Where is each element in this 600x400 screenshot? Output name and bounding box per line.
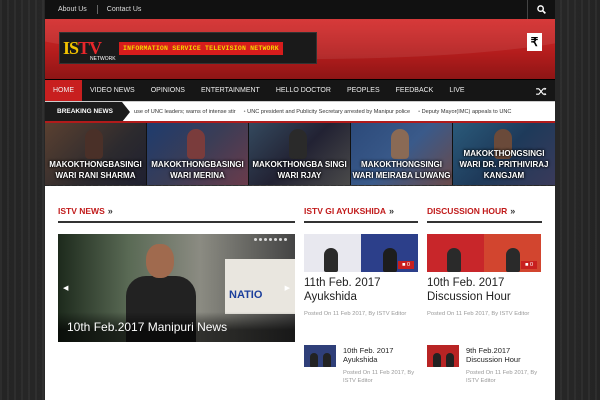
contact-us-link[interactable]: Contact Us: [96, 5, 152, 14]
news-slider[interactable]: NATIO ◀ ▶ 10th Feb.2017 Manipuri News: [58, 234, 295, 342]
ticker-item[interactable]: Deputy Mayor(IMC) appeals to UNC: [418, 109, 519, 115]
post-meta: Posted On 11 Feb 2017, By ISTV Editor: [343, 370, 415, 384]
post-meta: Posted On 11 Feb 2017, By ISTV Editor: [466, 370, 538, 384]
slider-prev-icon[interactable]: ◀: [63, 284, 68, 292]
top-bar: About Us Contact Us: [45, 0, 555, 19]
nav-hello-doctor[interactable]: HELLO DOCTOR: [268, 80, 339, 101]
ayukshida-small-title[interactable]: 10th Feb. 2017 Ayukshida: [343, 346, 413, 364]
section-title-istv-news[interactable]: ISTV NEWS»: [58, 206, 295, 223]
nav-live[interactable]: LIVE: [441, 80, 472, 101]
discussion-small-thumbnail[interactable]: [427, 345, 459, 367]
nav-peoples[interactable]: PEOPLES: [339, 80, 388, 101]
discussion-post-title[interactable]: 10th Feb. 2017 Discussion Hour: [427, 276, 541, 304]
site-logo[interactable]: ISTV NETWORK INFORMATION SERVICE TELEVIS…: [59, 32, 317, 64]
featured-item[interactable]: MAKOKTHONGSINGI WARI MEIRABA LUWANG: [351, 123, 453, 185]
logo-tagline: INFORMATION SERVICE TELEVISION NETWORK: [119, 41, 283, 55]
page-wrapper: About Us Contact Us ISTV NETWORK INFORMA…: [45, 0, 555, 400]
main-nav: HOME VIDEO NEWS OPINIONS ENTERTAINMENT H…: [45, 79, 555, 101]
rupee-icon[interactable]: ₹: [527, 33, 542, 51]
site-header: ISTV NETWORK INFORMATION SERVICE TELEVIS…: [45, 19, 555, 79]
ticker-item[interactable]: UNC president and Publicity Secretary ar…: [244, 109, 418, 115]
post-meta: Posted On 11 Feb 2017, By ISTV Editor: [304, 311, 407, 317]
nav-opinions[interactable]: OPINIONS: [143, 80, 193, 101]
double-chevron-icon: »: [107, 206, 113, 216]
nav-video-news[interactable]: VIDEO NEWS: [82, 80, 143, 101]
featured-item[interactable]: MAKOKTHONGBASINGI WARI RANI SHARMA: [45, 123, 147, 185]
comment-count: ■ 0: [521, 261, 537, 269]
about-us-link[interactable]: About Us: [45, 0, 97, 19]
random-post-button[interactable]: [536, 80, 547, 102]
search-button[interactable]: [527, 0, 555, 19]
discussion-thumbnail[interactable]: ■ 0: [427, 234, 541, 272]
shuffle-icon: [536, 86, 547, 96]
post-meta: Posted On 11 Feb 2017, By ISTV Editor: [427, 311, 530, 317]
featured-item[interactable]: MAKOKTHONGSINGI WARI DR. PRITHIVIRAJ KAN…: [453, 123, 555, 185]
featured-item[interactable]: MAKOKTHONGBASINGI WARI MERINA: [147, 123, 249, 185]
nav-feedback[interactable]: FEEDBACK: [388, 80, 442, 101]
double-chevron-icon: »: [389, 206, 395, 216]
nav-home[interactable]: HOME: [45, 80, 82, 101]
breaking-news-label: BREAKING NEWS: [45, 102, 130, 121]
slider-next-icon[interactable]: ▶: [285, 284, 290, 292]
search-icon: [537, 5, 546, 14]
slider-pagination[interactable]: [254, 238, 287, 241]
ticker-item[interactable]: use of UNC leaders; warns of intense sti…: [134, 109, 244, 115]
featured-item[interactable]: MAKOKTHONGBA SINGI WARI RJAY: [249, 123, 351, 185]
ayukshida-thumbnail[interactable]: ■ 0: [304, 234, 418, 272]
breaking-news-ticker: use of UNC leaders; warns of intense sti…: [134, 109, 519, 115]
featured-caption: MAKOKTHONGBASINGI WARI RANI SHARMA: [49, 160, 142, 180]
nav-entertainment[interactable]: ENTERTAINMENT: [193, 80, 268, 101]
featured-caption: MAKOKTHONGBA SINGI WARI RJAY: [252, 160, 347, 180]
slider-caption[interactable]: 10th Feb.2017 Manipuri News: [58, 312, 295, 342]
discussion-small-title[interactable]: 9th Feb.2017 Discussion Hour: [466, 346, 541, 364]
section-title-ayukshida[interactable]: ISTV GI AYUKSHIDA»: [304, 206, 418, 223]
logo-network: NETWORK: [90, 56, 116, 62]
comment-count: ■ 0: [398, 261, 414, 269]
featured-strip: MAKOKTHONGBASINGI WARI RANI SHARMA MAKOK…: [45, 121, 555, 185]
double-chevron-icon: »: [510, 206, 516, 216]
featured-caption: MAKOKTHONGSINGI WARI DR. PRITHIVIRAJ KAN…: [459, 149, 549, 180]
featured-caption: MAKOKTHONGSINGI WARI MEIRABA LUWANG: [352, 160, 451, 180]
breaking-news-bar: BREAKING NEWS use of UNC leaders; warns …: [45, 101, 555, 121]
ayukshida-small-thumbnail[interactable]: [304, 345, 336, 367]
content-area: ISTV NEWS» ISTV GI AYUKSHIDA» DISCUSSION…: [45, 186, 555, 400]
ayukshida-post-title[interactable]: 11th Feb. 2017 Ayukshida: [304, 276, 414, 304]
section-title-discussion-hour[interactable]: DISCUSSION HOUR»: [427, 206, 542, 223]
featured-caption: MAKOKTHONGBASINGI WARI MERINA: [151, 160, 244, 180]
